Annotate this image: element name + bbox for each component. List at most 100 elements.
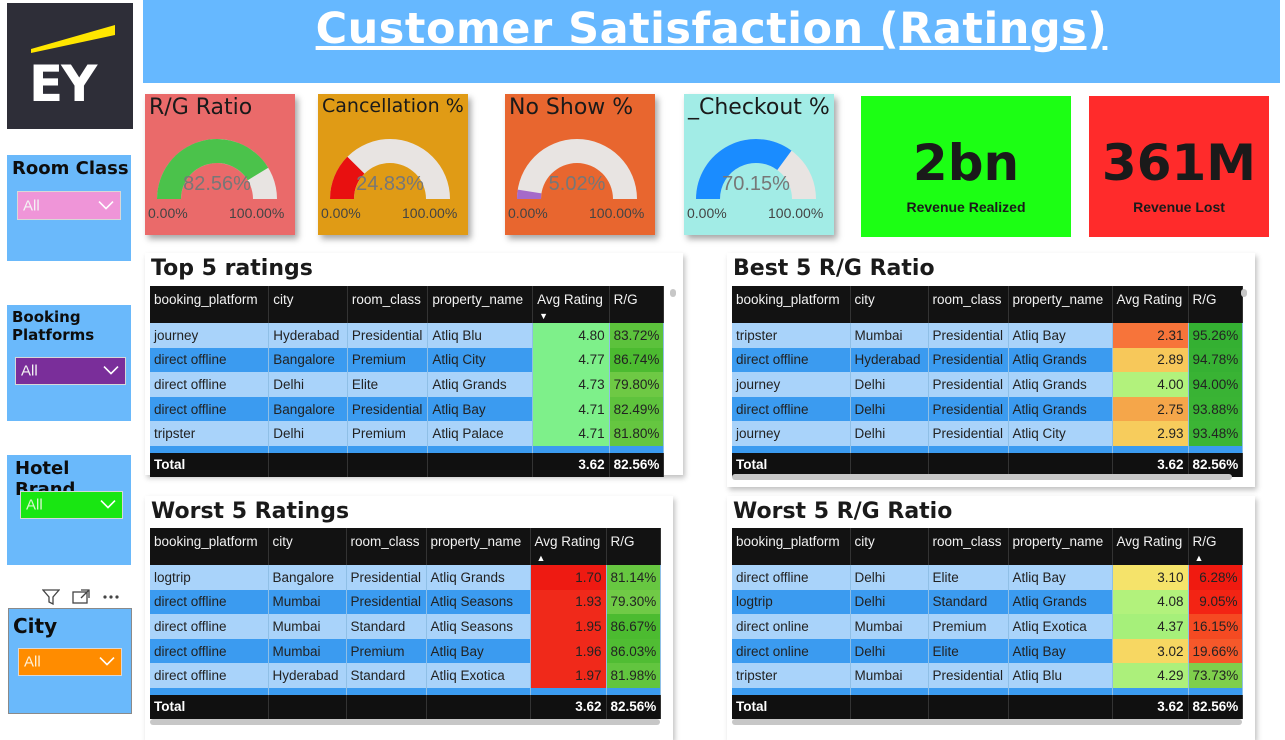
kpi-rg-ratio[interactable]: R/G Ratio 82.56% 0.00% 100.00%: [145, 94, 295, 235]
table-row[interactable]: direct online Mumbai Premium Atliq Exotica 4…: [732, 614, 1243, 639]
vertical-scrollbar[interactable]: [670, 289, 676, 297]
table-cell: Mumbai: [850, 614, 929, 639]
table-row[interactable]: journey Delhi Presidential Atliq Grands 4.00…: [732, 372, 1243, 397]
table-cell: journey: [732, 372, 851, 397]
column-header[interactable]: R/G: [609, 286, 665, 323]
table-row[interactable]: direct offline Bangalore Premium Atliq City…: [150, 347, 665, 373]
table-cell: [1188, 445, 1243, 453]
table-row[interactable]: direct offline Mumbai Standard Atliq Season…: [150, 614, 661, 639]
column-header[interactable]: Avg Rating: [1112, 528, 1189, 565]
partial-row: [150, 687, 661, 695]
table-cell: [150, 687, 269, 695]
table-cell: [1188, 687, 1243, 695]
column-header[interactable]: R/G: [1188, 286, 1243, 323]
card-revenue-lost[interactable]: 361M Revenue Lost: [1089, 96, 1269, 237]
table-row[interactable]: tripster Delhi Premium Atliq Palace 4.71 81.8…: [150, 421, 665, 446]
table-row[interactable]: direct offline Hyderabad Presidential Atliq…: [732, 347, 1243, 373]
table-cell: 1.93: [530, 589, 607, 615]
booking-platforms-dropdown[interactable]: All: [15, 357, 126, 385]
table-row[interactable]: logtrip Delhi Standard Atliq Grands 4.08 9.05…: [732, 589, 1243, 615]
column-header[interactable]: Avg Rating ▼: [532, 286, 610, 323]
column-header[interactable]: property_name: [1008, 528, 1113, 565]
horizontal-scrollbar[interactable]: [150, 719, 660, 725]
table-row[interactable]: direct offline Delhi Elite Atliq Grands 4.73…: [150, 372, 665, 397]
table-row[interactable]: direct online Delhi Elite Atliq Bay 3.02 19.6…: [732, 638, 1243, 664]
table-cell: 4.71: [532, 421, 610, 446]
table-row[interactable]: logtrip Bangalore Presidential Atliq Grands…: [150, 565, 661, 590]
table-cell: logtrip: [732, 589, 851, 615]
table-cell: 1.96: [530, 638, 607, 664]
table-row[interactable]: direct offline Bangalore Presidential Atliq…: [150, 396, 665, 422]
table-row[interactable]: direct offline Mumbai Presidential Atliq Se…: [150, 589, 661, 615]
column-header[interactable]: booking_platform: [150, 528, 269, 565]
table-row[interactable]: direct offline Hyderabad Standard Atliq Exo…: [150, 663, 661, 688]
column-header[interactable]: city: [850, 286, 929, 323]
column-header[interactable]: Avg Rating: [1112, 286, 1189, 323]
table-row[interactable]: journey Hyderabad Presidential Atliq Blu 4.8…: [150, 323, 665, 348]
column-header[interactable]: property_name: [1008, 286, 1113, 323]
horizontal-scrollbar[interactable]: [732, 474, 1232, 480]
card-revenue-realized[interactable]: 2bn Revenue Realized: [861, 96, 1071, 237]
logo-text: EY: [29, 55, 97, 113]
filter-icon[interactable]: [36, 589, 66, 610]
total-cell: [268, 452, 348, 477]
table-cell: Presidential: [347, 323, 429, 348]
visual-header-icons: [36, 589, 128, 607]
slicer-booking-platforms: Booking Platforms All: [7, 305, 131, 421]
focus-mode-icon[interactable]: [66, 589, 96, 610]
column-header[interactable]: city: [268, 528, 347, 565]
gauge-max: 100.00%: [589, 205, 645, 221]
table-cell: tripster: [150, 421, 270, 446]
card-value: 2bn: [912, 134, 1020, 192]
column-header[interactable]: booking_platform: [732, 286, 851, 323]
kpi-no-show[interactable]: No Show % 5.02% 0.00% 100.00%: [505, 94, 655, 235]
room-class-dropdown[interactable]: All: [17, 191, 121, 220]
table-cell: Presidential: [346, 589, 427, 615]
column-header[interactable]: room_class: [928, 528, 1009, 565]
card-label: Revenue Lost: [1133, 199, 1225, 215]
table-cell: [606, 687, 661, 695]
column-header[interactable]: room_class: [346, 528, 427, 565]
column-header[interactable]: property_name: [427, 286, 534, 323]
sort-descending-icon: ▼: [539, 311, 548, 321]
column-header[interactable]: room_class: [347, 286, 429, 323]
table-cell: Delhi: [850, 421, 929, 446]
table-row[interactable]: tripster Mumbai Presidential Atliq Blu 4.29 7…: [732, 663, 1243, 688]
total-cell: 3.62: [530, 694, 607, 719]
table-row[interactable]: journey Delhi Presidential Atliq City 2.93 93…: [732, 421, 1243, 446]
more-options-icon[interactable]: [96, 589, 126, 610]
table-cell: 4.73: [532, 372, 610, 397]
kpi-checkout[interactable]: _Checkout % 70.15% 0.00% 100.00%: [684, 94, 834, 235]
table-row[interactable]: direct offline Delhi Presidential Atliq Gra…: [732, 396, 1243, 422]
column-header[interactable]: Avg Rating ▲: [530, 528, 607, 565]
table-cell: Delhi: [850, 565, 929, 590]
column-header[interactable]: R/G: [606, 528, 661, 565]
table-cell: [1008, 687, 1113, 695]
table-row[interactable]: direct offline Mumbai Premium Atliq Bay 1.96…: [150, 638, 661, 664]
column-header[interactable]: room_class: [928, 286, 1009, 323]
gauge-min: 0.00%: [148, 205, 188, 221]
ey-logo: EY: [7, 3, 133, 129]
dropdown-value: All: [23, 197, 40, 214]
column-header[interactable]: city: [268, 286, 348, 323]
table-row[interactable]: tripster Mumbai Presidential Atliq Bay 2.31 9…: [732, 323, 1243, 348]
hotel-brand-dropdown[interactable]: All: [20, 491, 123, 519]
column-header[interactable]: property_name: [426, 528, 531, 565]
table-cell: [346, 687, 427, 695]
horizontal-scrollbar[interactable]: [732, 719, 1242, 725]
column-header[interactable]: booking_platform: [732, 528, 851, 565]
table-cell: 2.75: [1112, 396, 1189, 422]
column-header[interactable]: city: [850, 528, 929, 565]
total-cell: [928, 694, 1009, 719]
table-cell: Mumbai: [268, 638, 347, 664]
table-row[interactable]: direct offline Delhi Elite Atliq Bay 3.10 6.2…: [732, 565, 1243, 590]
vertical-scrollbar[interactable]: [1241, 289, 1247, 297]
total-cell: 3.62: [1112, 694, 1189, 719]
table-cell: Delhi: [850, 396, 929, 422]
kpi-cancellation[interactable]: Cancellation % 24.83% 0.00% 100.00%: [318, 94, 468, 235]
column-header[interactable]: R/G ▲: [1188, 528, 1243, 565]
table-cell: [530, 687, 607, 695]
column-header[interactable]: booking_platform: [150, 286, 270, 323]
table-cell: Atliq Bay: [1008, 638, 1113, 664]
table-cell: Presidential: [928, 347, 1009, 373]
